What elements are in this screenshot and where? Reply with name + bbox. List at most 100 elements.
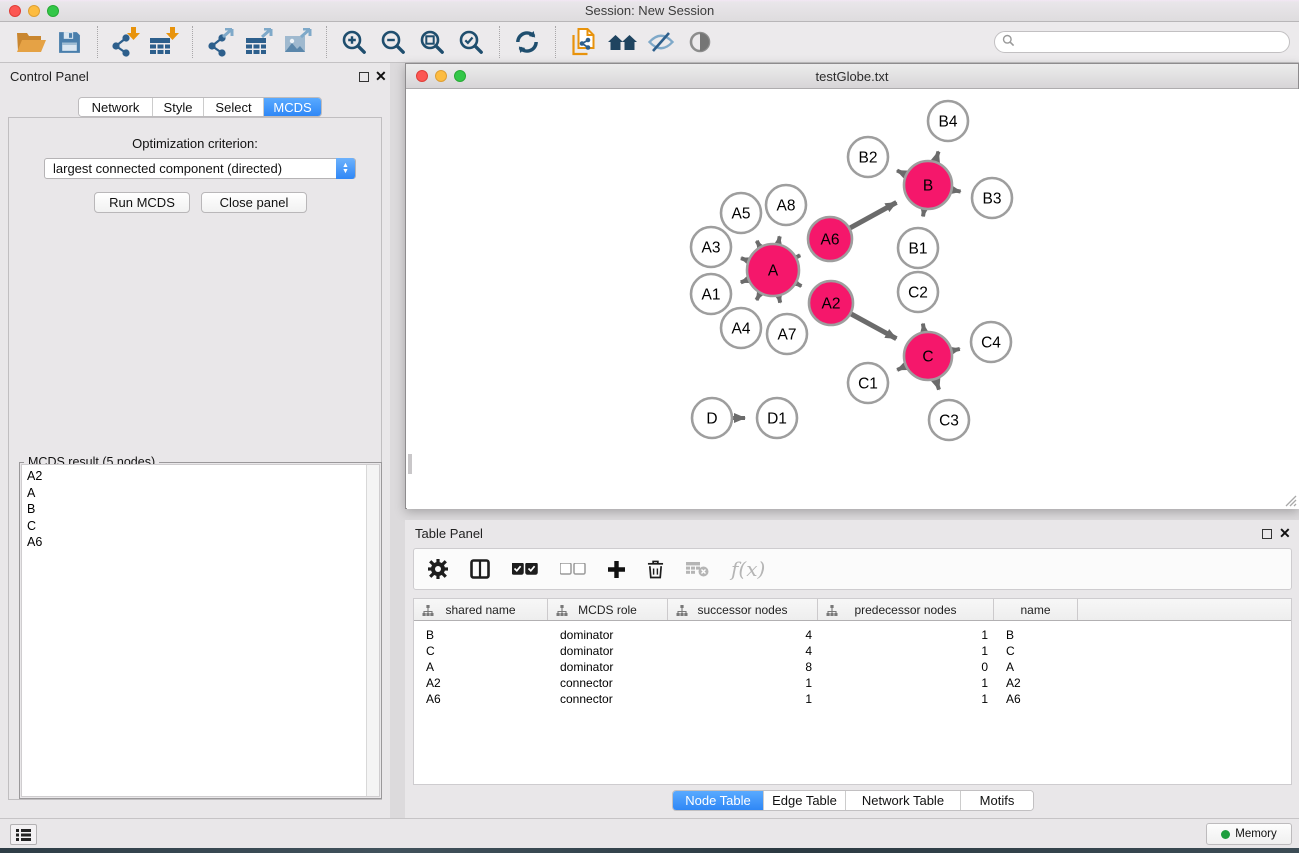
graph-node-B4[interactable]: B4 (928, 101, 968, 141)
network-canvas[interactable]: AA6A2BCA5A8A3A1A4A7B2B4B3B1C2C4C1C3DD1 (407, 89, 1299, 509)
graph-edge-C-C4[interactable] (952, 349, 959, 351)
search-input[interactable] (1015, 33, 1289, 51)
graph-node-C2[interactable]: C2 (898, 272, 938, 312)
cell-MCDS-role[interactable]: dominator (548, 643, 668, 659)
cell-MCDS-role[interactable]: connector (548, 675, 668, 691)
zoom-out-icon[interactable] (377, 26, 409, 58)
show-graphics-icon[interactable] (684, 26, 716, 58)
cell-name[interactable]: B (994, 627, 1078, 643)
search-field[interactable] (994, 31, 1290, 53)
table-row[interactable]: A6connector11A6 (414, 691, 1291, 707)
graph-node-B[interactable]: B (904, 161, 952, 209)
criterion-dropdown[interactable]: largest connected component (directed) ▲… (44, 158, 356, 179)
export-image-icon[interactable] (282, 26, 314, 58)
graph-edge-B-B3[interactable] (953, 190, 961, 192)
close-window-button[interactable] (9, 5, 21, 17)
column-header-MCDS-role[interactable]: MCDS role (548, 599, 668, 620)
graph-edge-A-A7[interactable] (779, 296, 780, 302)
cell-predecessor-nodes[interactable]: 1 (818, 675, 994, 691)
task-history-button[interactable] (10, 824, 37, 845)
graph-edge-C-C2[interactable] (923, 324, 924, 332)
close-panel-button[interactable]: Close panel (201, 192, 307, 213)
tab-node-table[interactable]: Node Table (673, 791, 764, 810)
cell-shared-name[interactable]: A6 (414, 691, 548, 707)
cell-MCDS-role[interactable]: connector (548, 691, 668, 707)
network-graph[interactable]: AA6A2BCA5A8A3A1A4A7B2B4B3B1C2C4C1C3DD1 (407, 89, 1299, 509)
tab-edge-table[interactable]: Edge Table (764, 791, 846, 810)
cell-predecessor-nodes[interactable]: 1 (818, 627, 994, 643)
tab-network-table[interactable]: Network Table (846, 791, 961, 810)
open-session-icon[interactable] (14, 26, 46, 58)
cell-name[interactable]: C (994, 643, 1078, 659)
tab-select[interactable]: Select (204, 98, 264, 116)
graph-node-A4[interactable]: A4 (721, 308, 761, 348)
graph-node-B3[interactable]: B3 (972, 178, 1012, 218)
select-columns-icon[interactable] (470, 559, 490, 579)
minimize-window-button[interactable] (28, 5, 40, 17)
result-list-item[interactable]: B (22, 501, 379, 518)
graph-node-A7[interactable]: A7 (767, 314, 807, 354)
graph-edge-A-A5[interactable] (757, 241, 760, 247)
resize-grip-icon[interactable] (1284, 494, 1297, 507)
import-table-icon[interactable] (148, 26, 180, 58)
graph-edge-B-B4[interactable] (936, 152, 939, 162)
graph-edge-A6-B[interactable] (850, 202, 896, 228)
column-header-name[interactable]: name (994, 599, 1078, 620)
cell-predecessor-nodes[interactable]: 0 (818, 659, 994, 675)
network-window-titlebar[interactable]: testGlobe.txt (406, 64, 1298, 89)
tab-network[interactable]: Network (79, 98, 153, 116)
tab-mcds[interactable]: MCDS (264, 98, 321, 116)
export-network-icon[interactable] (204, 26, 236, 58)
cell-successor-nodes[interactable]: 8 (668, 659, 818, 675)
cell-successor-nodes[interactable]: 4 (668, 627, 818, 643)
column-header-predecessor-nodes[interactable]: predecessor nodes (818, 599, 994, 620)
import-network-icon[interactable] (109, 26, 141, 58)
graph-node-A2[interactable]: A2 (809, 281, 853, 325)
cell-successor-nodes[interactable]: 1 (668, 675, 818, 691)
network-manager-icon[interactable] (606, 26, 638, 58)
graph-node-B1[interactable]: B1 (898, 228, 938, 268)
cell-shared-name[interactable]: A2 (414, 675, 548, 691)
graph-edge-C-C1[interactable] (897, 366, 905, 370)
export-table-icon[interactable] (243, 26, 275, 58)
zoom-selected-icon[interactable] (455, 26, 487, 58)
graph-node-A1[interactable]: A1 (691, 274, 731, 314)
cell-name[interactable]: A6 (994, 691, 1078, 707)
cell-shared-name[interactable]: A (414, 659, 548, 675)
table-close-panel-icon[interactable]: ✕ (1279, 525, 1291, 542)
cell-MCDS-role[interactable]: dominator (548, 659, 668, 675)
copy-style-icon[interactable] (567, 26, 599, 58)
graph-node-C3[interactable]: C3 (929, 400, 969, 440)
net-zoom-button[interactable] (454, 70, 466, 82)
graph-edge-C-C3[interactable] (936, 380, 939, 390)
mcds-result-list[interactable]: A2ABCA6 (21, 464, 380, 797)
graph-node-A[interactable]: A (747, 244, 799, 296)
graph-node-A8[interactable]: A8 (766, 185, 806, 225)
net-minimize-button[interactable] (435, 70, 447, 82)
graph-node-D[interactable]: D (692, 398, 732, 438)
save-session-icon[interactable] (53, 26, 85, 58)
tab-style[interactable]: Style (153, 98, 204, 116)
graph-node-D1[interactable]: D1 (757, 398, 797, 438)
graph-node-A5[interactable]: A5 (721, 193, 761, 233)
graph-edge-A-A3[interactable] (741, 258, 748, 261)
table-float-panel-icon[interactable] (1262, 529, 1272, 539)
table-row[interactable]: A2connector11A2 (414, 675, 1291, 691)
graph-node-C[interactable]: C (904, 332, 952, 380)
hide-graphics-icon[interactable] (645, 26, 677, 58)
cell-successor-nodes[interactable]: 1 (668, 691, 818, 707)
graph-node-C1[interactable]: C1 (848, 363, 888, 403)
float-panel-icon[interactable] (359, 72, 369, 82)
refresh-icon[interactable] (511, 26, 543, 58)
table-settings-icon[interactable] (428, 559, 448, 579)
cell-shared-name[interactable]: C (414, 643, 548, 659)
graph-node-C4[interactable]: C4 (971, 322, 1011, 362)
run-mcds-button[interactable]: Run MCDS (94, 192, 190, 213)
zoom-window-button[interactable] (47, 5, 59, 17)
zoom-fit-icon[interactable] (416, 26, 448, 58)
cell-name[interactable]: A2 (994, 675, 1078, 691)
cell-shared-name[interactable]: B (414, 627, 548, 643)
close-panel-icon[interactable]: ✕ (375, 68, 387, 85)
graph-edge-A-A6[interactable] (797, 255, 800, 257)
table-row[interactable]: Cdominator41C (414, 643, 1291, 659)
